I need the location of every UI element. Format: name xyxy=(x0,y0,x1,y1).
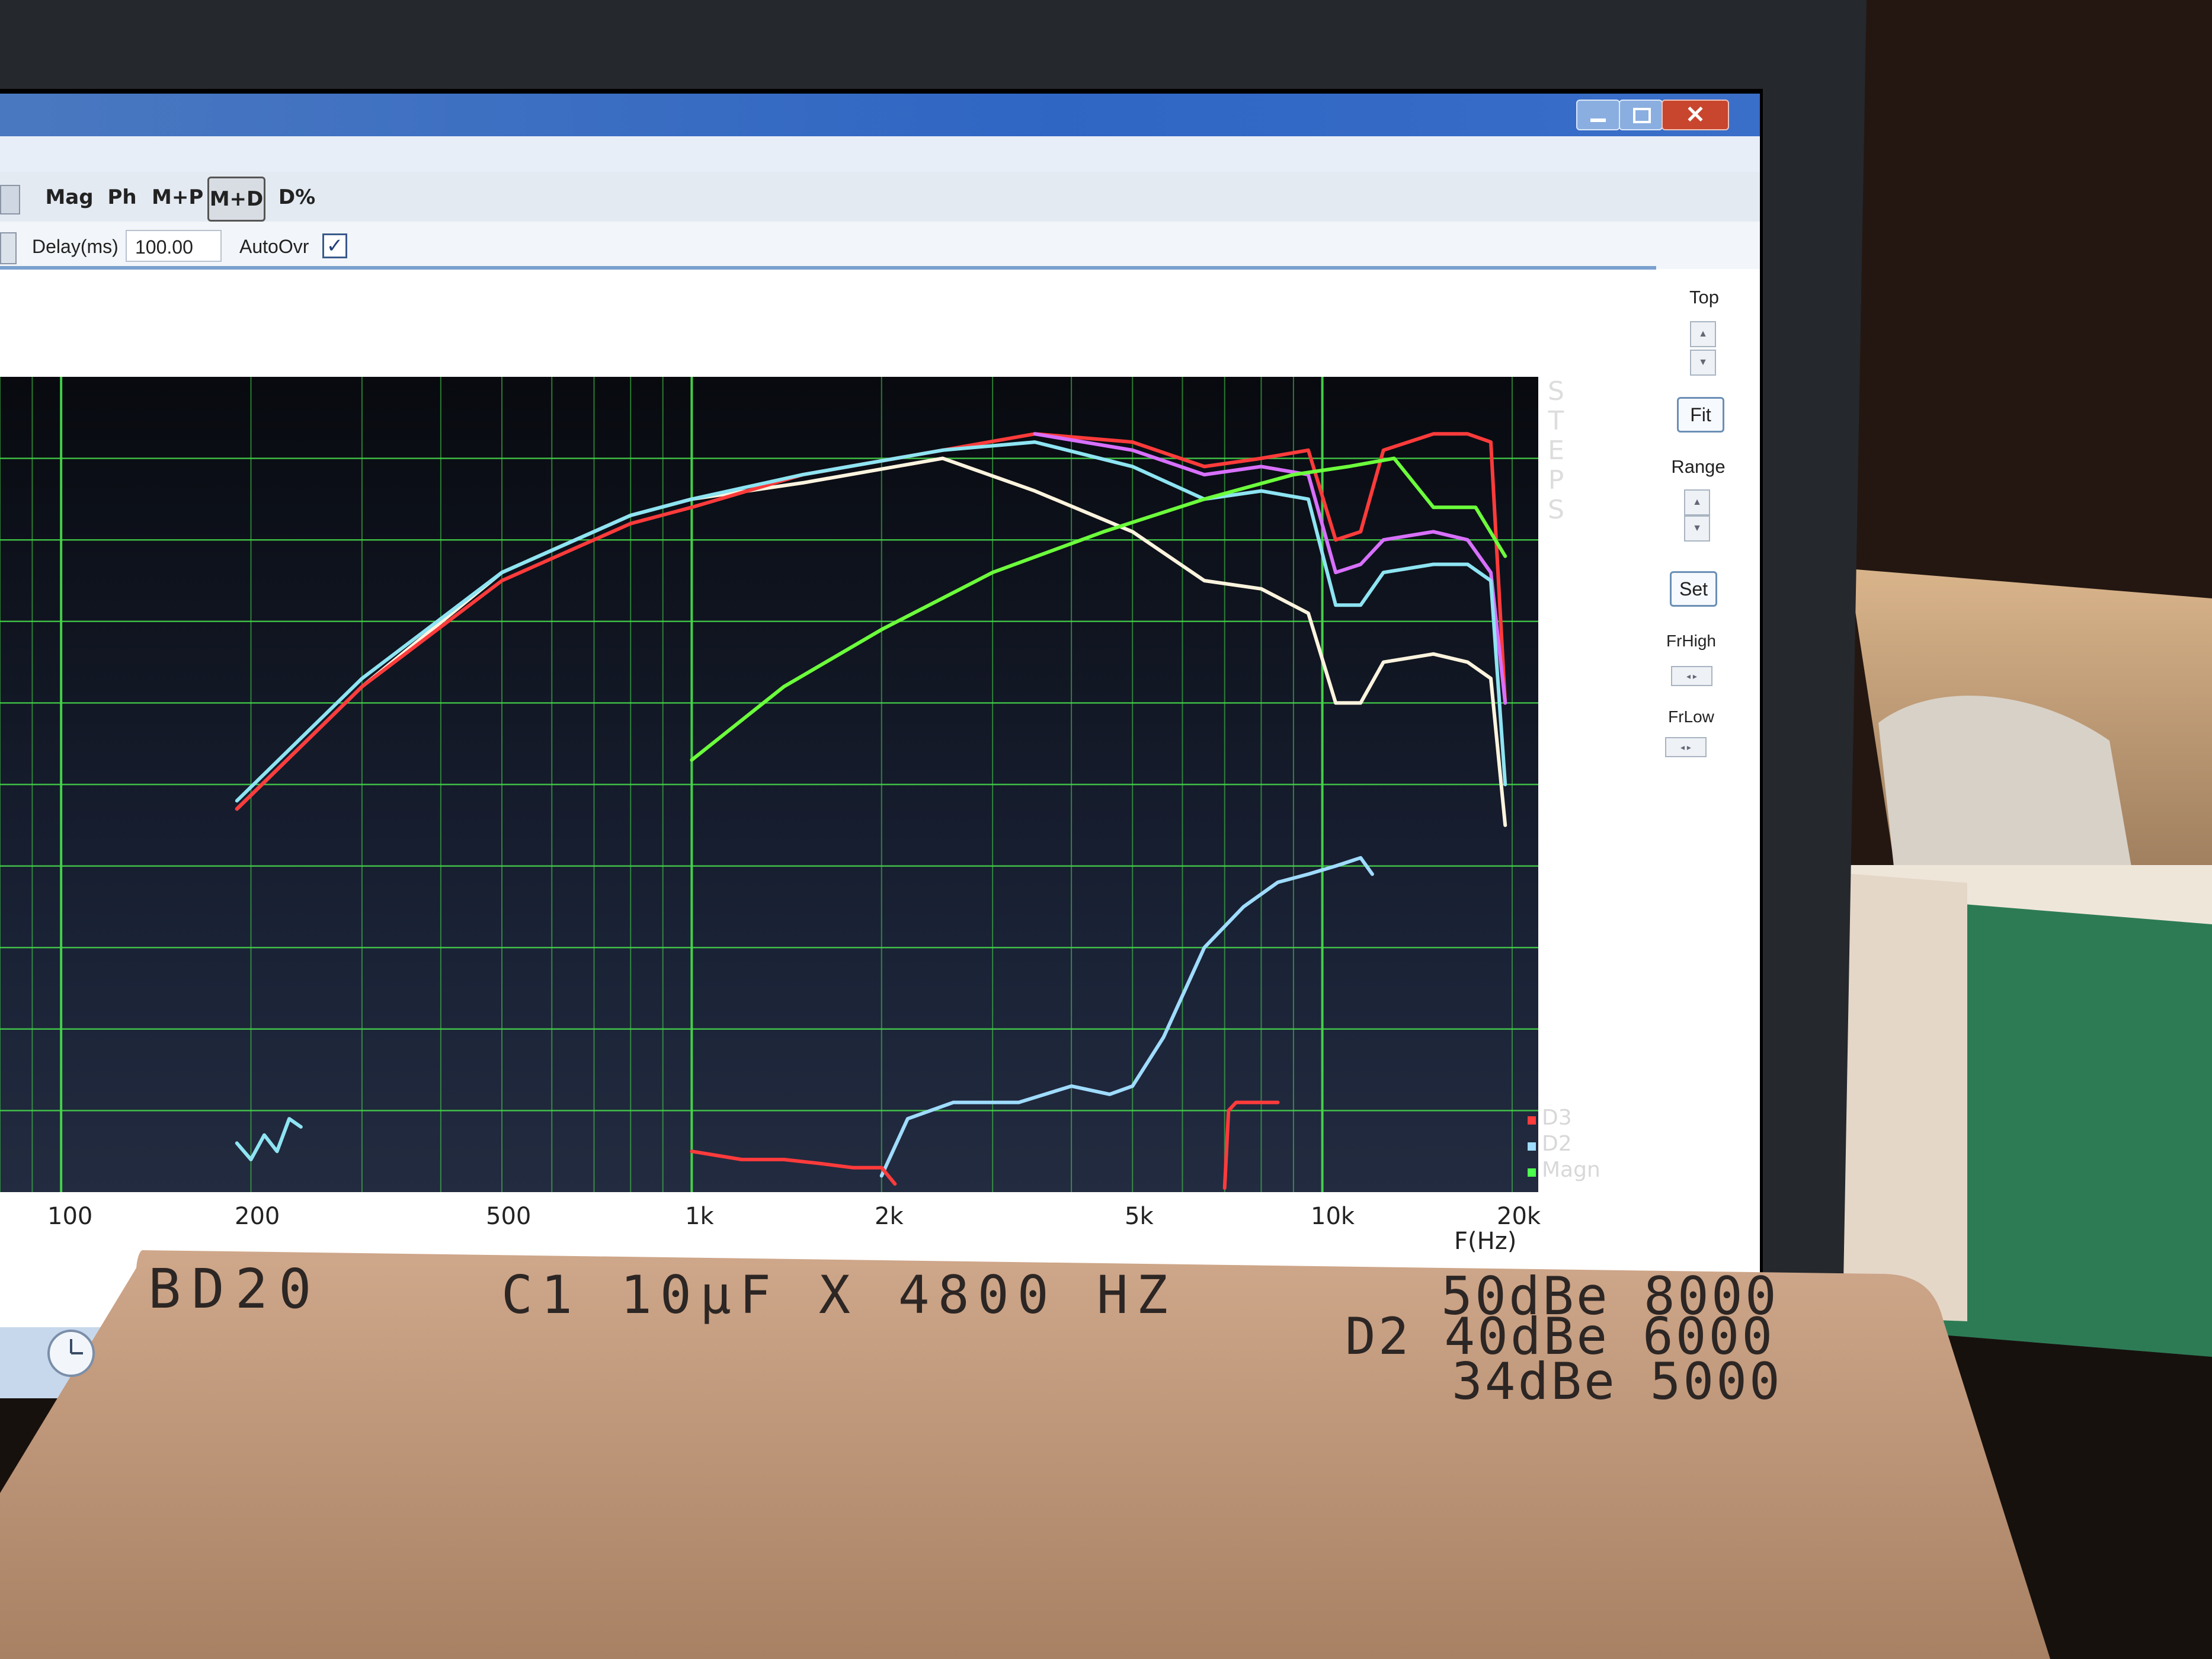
autoovr-label: AutoOvr xyxy=(239,236,309,257)
x-tick-label: 100 xyxy=(47,1203,93,1230)
clock-icon[interactable] xyxy=(47,1330,95,1377)
legend-swatch-magn xyxy=(1528,1168,1536,1177)
window-controls: ✕ xyxy=(1576,96,1760,134)
legend-swatch-d2 xyxy=(1528,1142,1536,1151)
range-label: Range xyxy=(1671,456,1726,477)
steps-label: S T E P S xyxy=(1548,376,1564,525)
x-tick-label: 200 xyxy=(235,1203,280,1230)
x-tick-label: 5k xyxy=(1125,1203,1154,1230)
x-axis-label: F(Hz) xyxy=(1454,1228,1517,1255)
legend-label-d2: D2 xyxy=(1542,1132,1572,1156)
frhigh-spin-icon[interactable]: ◂ ▸ xyxy=(1671,666,1712,686)
x-tick-label: 10k xyxy=(1311,1203,1355,1230)
restore-icon[interactable] xyxy=(1619,100,1663,130)
set-button[interactable]: Set xyxy=(1670,571,1717,607)
legend: D3 D2 Magn xyxy=(1524,1106,1643,1189)
left-dropdown-icon[interactable] xyxy=(0,232,17,264)
x-tick-label: 500 xyxy=(486,1203,532,1230)
mag-button[interactable]: Mag xyxy=(44,177,95,218)
fit-button[interactable]: Fit xyxy=(1677,397,1724,433)
x-tick-label: 20k xyxy=(1497,1203,1541,1230)
m-d-button[interactable]: M+D xyxy=(207,177,265,222)
series-line-d2 xyxy=(879,856,1374,1178)
series-line-magn xyxy=(690,456,1507,762)
range-spin-up-icon[interactable]: ▲ xyxy=(1684,489,1710,515)
legend-swatch-d3 xyxy=(1528,1116,1536,1125)
minimize-icon[interactable] xyxy=(1576,100,1620,130)
card-text-level-3: 34dBe 5000 xyxy=(1452,1352,1782,1411)
series-line xyxy=(1033,432,1507,705)
delay-label: Delay(ms) xyxy=(32,236,119,257)
x-tick-label: 1k xyxy=(685,1203,714,1230)
card-text-model: BD20 xyxy=(148,1257,322,1321)
legend-label-magn: Magn xyxy=(1542,1158,1600,1182)
d-percent-button[interactable]: D% xyxy=(276,177,318,218)
series-line xyxy=(235,1117,303,1161)
m-p-button[interactable]: M+P xyxy=(152,177,203,218)
close-icon[interactable]: ✕ xyxy=(1662,100,1729,130)
series-line-d3 xyxy=(690,1149,897,1186)
x-tick-label: 2k xyxy=(875,1203,904,1230)
ph-button[interactable]: Ph xyxy=(104,177,140,218)
series-line xyxy=(1222,1100,1280,1190)
autoovr-checkbox[interactable]: ✓ xyxy=(322,233,347,258)
delay-input[interactable]: 100.00 xyxy=(126,230,222,262)
frequency-response-plot xyxy=(0,377,1538,1192)
frhigh-label: FrHigh xyxy=(1666,632,1716,650)
top-spin-up-icon[interactable]: ▲ xyxy=(1690,321,1716,347)
curves xyxy=(235,432,1507,1190)
top-label: Top xyxy=(1689,287,1719,308)
range-spin-down-icon[interactable]: ▼ xyxy=(1684,515,1710,542)
top-spin-down-icon[interactable]: ▼ xyxy=(1690,350,1716,376)
dropdown-check-icon[interactable] xyxy=(0,185,20,214)
series-line xyxy=(235,456,1507,827)
frlow-label: FrLow xyxy=(1668,707,1714,726)
frlow-spin-icon[interactable]: ◂ ▸ xyxy=(1665,737,1707,757)
card-text-component: C1 10µF X 4800 HZ xyxy=(501,1264,1176,1325)
legend-label-d3: D3 xyxy=(1542,1106,1572,1130)
